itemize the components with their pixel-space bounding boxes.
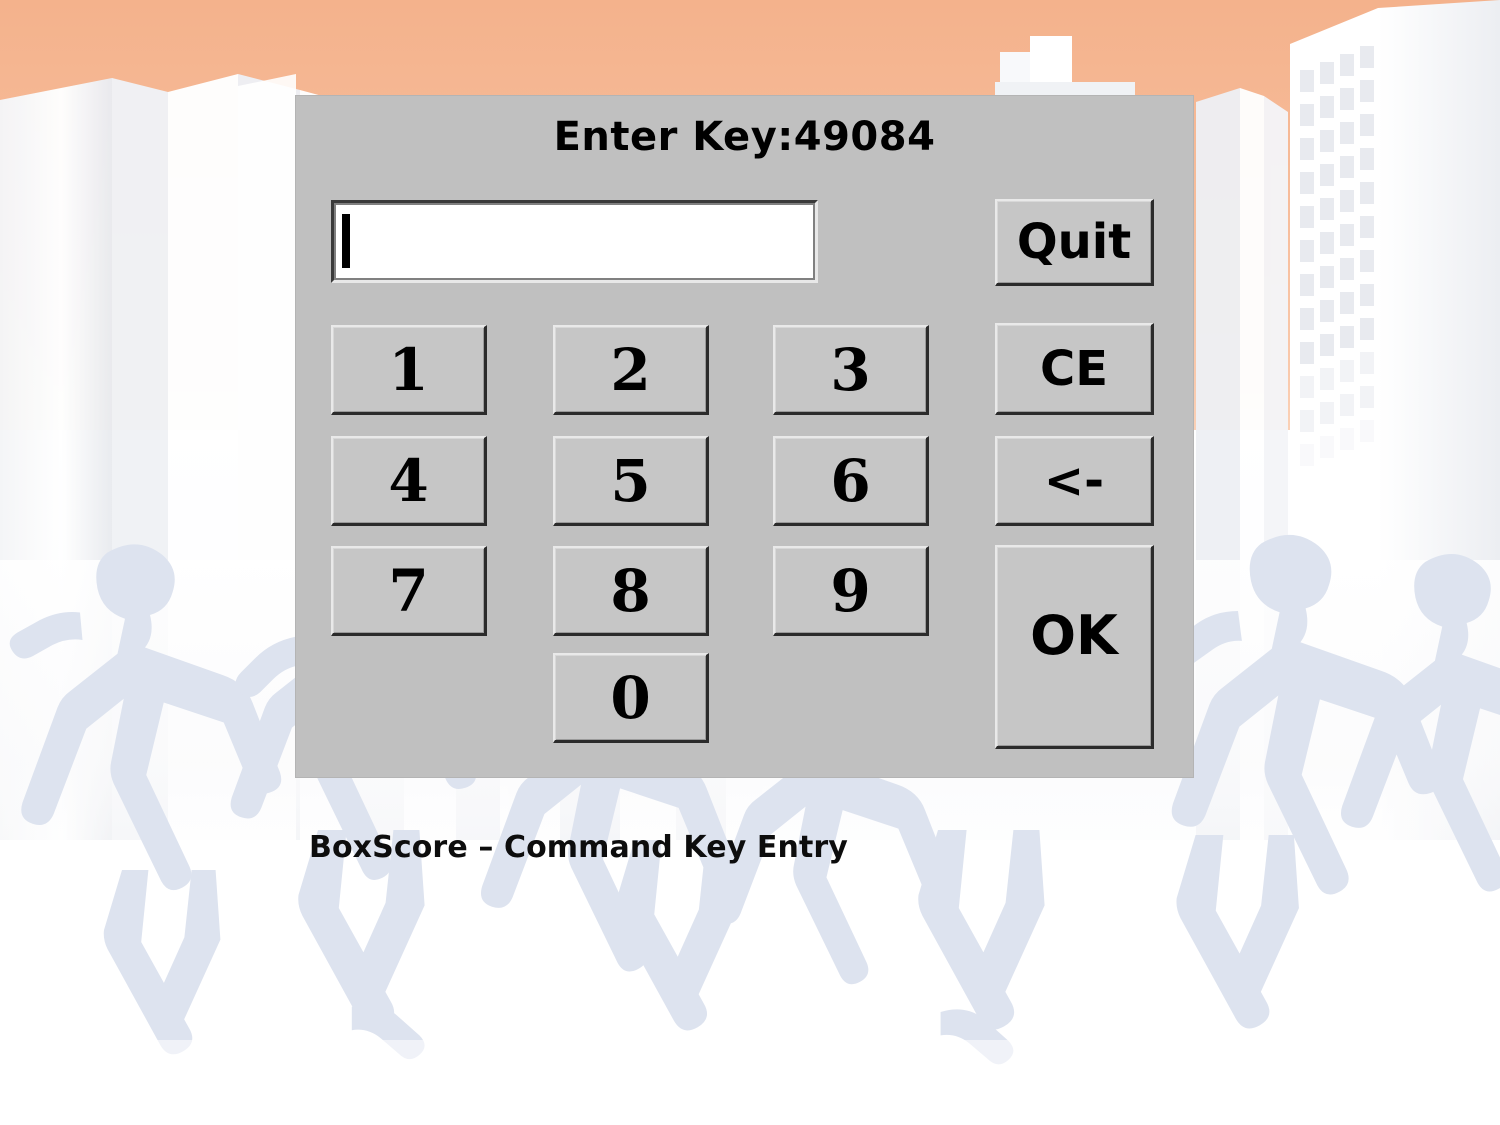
keypad-button-0[interactable]: 0 <box>553 653 709 743</box>
text-caret <box>342 214 350 268</box>
key-entry-dialog: Enter Key:49084 1 4 7 2 5 8 0 3 6 9 Quit… <box>296 96 1193 777</box>
keypad-button-2[interactable]: 2 <box>553 325 709 415</box>
slide-caption: BoxScore – Command Key Entry <box>309 830 848 865</box>
keypad-button-9[interactable]: 9 <box>773 546 929 636</box>
keypad-button-7[interactable]: 7 <box>331 546 487 636</box>
key-input[interactable] <box>336 205 813 278</box>
backspace-button[interactable]: <- <box>995 436 1154 526</box>
clear-entry-button[interactable]: CE <box>995 323 1154 415</box>
keypad-button-4[interactable]: 4 <box>331 436 487 526</box>
key-input-wrapper[interactable] <box>331 200 818 283</box>
dialog-title: Enter Key:49084 <box>553 114 936 160</box>
slide-canvas: Enter Key:49084 1 4 7 2 5 8 0 3 6 9 Quit… <box>0 0 1500 1125</box>
ok-button[interactable]: OK <box>995 545 1154 749</box>
keypad-button-8[interactable]: 8 <box>553 546 709 636</box>
keypad-button-1[interactable]: 1 <box>331 325 487 415</box>
keypad-button-6[interactable]: 6 <box>773 436 929 526</box>
keypad-button-5[interactable]: 5 <box>553 436 709 526</box>
keypad-button-3[interactable]: 3 <box>773 325 929 415</box>
ok-button-label: OK <box>1030 604 1118 667</box>
quit-button[interactable]: Quit <box>995 199 1154 286</box>
